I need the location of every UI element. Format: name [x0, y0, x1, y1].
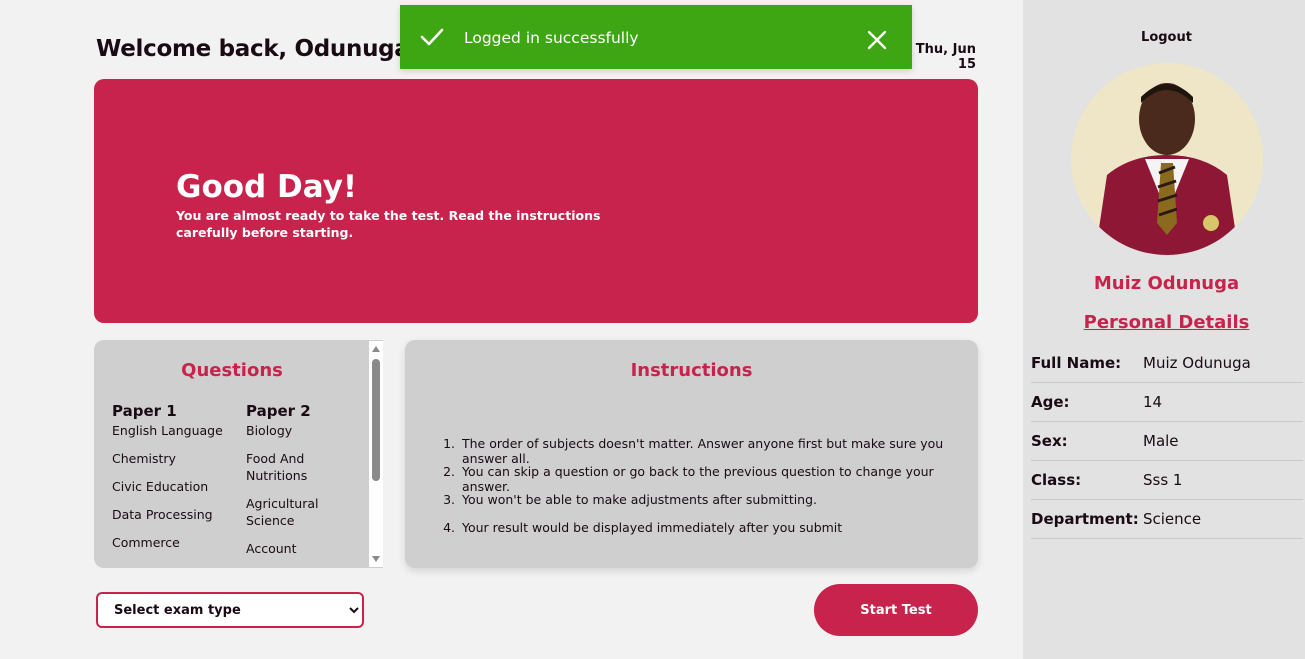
instruction-item: Your result would be displayed immediate… [459, 520, 979, 548]
profile-sidebar: Logout Muiz Odunuga Personal Details Ful… [1023, 0, 1305, 659]
detail-value: Male [1143, 432, 1179, 450]
scroll-thumb[interactable] [372, 359, 380, 481]
subject-item: Chemistry [112, 451, 176, 466]
subject-item: English Language [112, 423, 223, 438]
detail-row: Class: Sss 1 [1031, 461, 1303, 500]
success-toast: Logged in successfully [400, 5, 912, 69]
instruction-item: The order of subjects doesn't matter. An… [459, 436, 979, 466]
instruction-item: You won't be able to make adjustments af… [459, 492, 979, 520]
detail-value: Muiz Odunuga [1143, 354, 1251, 372]
detail-value: Sss 1 [1143, 471, 1183, 489]
detail-key: Sex: [1031, 432, 1068, 450]
subject-item: Civic Education [112, 479, 209, 494]
subject-item: Account [246, 541, 297, 556]
instructions-heading: Instructions [630, 360, 753, 381]
subject-item: Data Processing [112, 507, 213, 522]
paper-2-column: Paper 2 Biology Food And Nutritions Agri… [246, 402, 346, 568]
avatar [1071, 63, 1263, 255]
detail-key: Department: [1031, 510, 1139, 528]
hero-subtitle: You are almost ready to take the test. R… [176, 208, 601, 240]
exam-type-select[interactable]: Select exam type [96, 592, 364, 628]
scroll-up-arrow-icon[interactable] [372, 346, 380, 352]
close-icon[interactable] [866, 29, 888, 51]
personal-details-link[interactable]: Personal Details [1023, 312, 1305, 333]
instructions-list: The order of subjects doesn't matter. An… [437, 436, 979, 548]
scroll-down-arrow-icon[interactable] [372, 556, 380, 562]
paper-1-column: Paper 1 English Language Chemistry Civic… [112, 402, 232, 562]
logout-link[interactable]: Logout [1023, 30, 1305, 45]
detail-key: Full Name: [1031, 354, 1122, 372]
hero-banner: Good Day! You are almost ready to take t… [94, 79, 978, 323]
questions-card: Questions Paper 1 English Language Chemi… [94, 340, 383, 568]
hero-title: Good Day! [176, 169, 358, 205]
detail-row: Department: Science [1031, 500, 1303, 539]
subject-item: Commerce [112, 535, 180, 550]
subject-item: Food And Nutritions [246, 451, 308, 483]
detail-row: Age: 14 [1031, 383, 1303, 422]
instructions-card: Instructions The order of subjects doesn… [405, 340, 978, 568]
toast-message: Logged in successfully [464, 29, 639, 47]
detail-value: 14 [1143, 393, 1163, 411]
subject-item: Agricultural Science [246, 496, 319, 528]
detail-key: Age: [1031, 393, 1070, 411]
details-table: Full Name: Muiz Odunuga Age: 14 Sex: Mal… [1031, 344, 1303, 539]
subject-item: Biology [246, 423, 293, 438]
instruction-item: You can skip a question or go back to th… [459, 464, 979, 494]
paper-title: Paper 2 [246, 402, 311, 420]
questions-heading: Questions [181, 360, 283, 381]
detail-key: Class: [1031, 471, 1082, 489]
student-photo-icon [1071, 63, 1263, 255]
student-name: Muiz Odunuga [1093, 273, 1240, 294]
detail-row: Sex: Male [1031, 422, 1303, 461]
detail-row: Full Name: Muiz Odunuga [1031, 344, 1303, 383]
paper-title: Paper 1 [112, 402, 177, 420]
check-icon [420, 28, 444, 46]
detail-value: Science [1143, 510, 1202, 528]
questions-scrollbar[interactable] [369, 341, 383, 567]
welcome-heading: Welcome back, Odunuga [96, 36, 410, 62]
start-test-button[interactable]: Start Test [814, 584, 978, 636]
